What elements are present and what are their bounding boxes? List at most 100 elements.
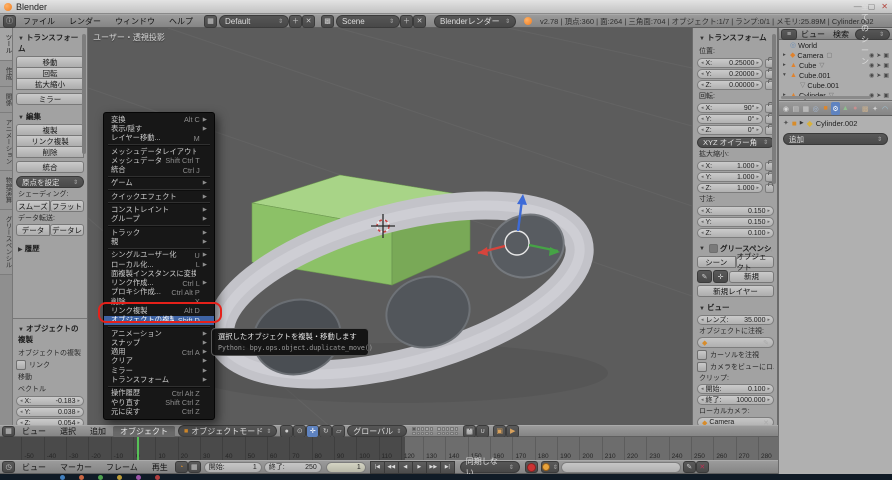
info-menu[interactable]: レンダー — [62, 16, 108, 27]
context-menu-item[interactable]: アニメーション ▶ — [104, 329, 214, 338]
os-taskbar[interactable] — [0, 474, 892, 480]
renderability-icon[interactable]: ▣ — [883, 92, 889, 99]
manipulator-translate-icon[interactable]: ✛ — [306, 425, 319, 438]
properties-tab[interactable]: ▦ — [801, 102, 811, 115]
editor-type-icon[interactable]: ⓘ — [3, 15, 16, 28]
view3d-menu[interactable]: ビュー — [15, 426, 53, 437]
screen-layout-field[interactable]: Default⇕ — [219, 15, 289, 28]
playback-button[interactable]: ◀◀ — [384, 461, 399, 474]
gp-draw-icon[interactable]: ✎ — [697, 270, 712, 283]
layout-add-button[interactable]: ＋ — [289, 15, 302, 28]
data-transfer-button[interactable]: データ — [16, 224, 50, 236]
context-menu-item[interactable]: 元に戻す Ctrl Z ▶ — [104, 407, 214, 416]
n-panel-scrollbar[interactable] — [772, 34, 776, 184]
visibility-eye-icon[interactable]: ◉ — [869, 52, 874, 59]
taskbar-app-icon[interactable] — [117, 475, 122, 480]
renderability-icon[interactable]: ▣ — [883, 72, 889, 79]
context-menu-item[interactable]: コンストレイント ▶ — [104, 205, 214, 214]
data-transfer-button[interactable]: データレ — [50, 224, 84, 236]
taskbar-app-icon[interactable] — [79, 475, 84, 480]
context-menu-item[interactable]: 親 ▶ — [104, 237, 214, 246]
gp-source-tab[interactable]: シーン — [697, 256, 736, 268]
eyedropper-icon[interactable]: ✎ — [683, 461, 696, 473]
context-menu-item[interactable]: グループ ▶ — [104, 215, 214, 224]
gp-move-icon[interactable]: ✛ — [713, 270, 728, 283]
scale-slider[interactable]: ◂X:1.000▸ — [697, 161, 763, 171]
vector-field[interactable]: ◂Y:0.038▸ — [16, 407, 84, 417]
scale-slider[interactable]: ◂Y:1.000▸ — [697, 172, 763, 182]
renderability-icon[interactable]: ▣ — [883, 62, 889, 69]
clip-end-slider[interactable]: ◂終了:1000.000▸ — [697, 395, 774, 405]
lock-icon[interactable] — [765, 184, 774, 193]
vector-field[interactable]: ◂X:-0.183▸ — [16, 396, 84, 406]
add-modifier-dropdown[interactable]: 追加⇕ — [783, 133, 888, 145]
context-menu-item[interactable]: やり直す Shift Ctrl Z ▶ — [104, 398, 214, 407]
screen-layout-icon[interactable]: ▦ — [204, 15, 217, 28]
npanel-transform-header[interactable]: ▼トランスフォーム — [697, 30, 774, 45]
outliner-row[interactable]: ▽ Cube.001 ◉➤▣ — [779, 80, 892, 90]
title-bar[interactable]: Blender — ▢ ✕ — [0, 0, 892, 14]
layers-widget-2[interactable] — [437, 427, 459, 435]
context-menu-item[interactable]: 表示/隠す ▶ — [104, 124, 214, 133]
autokey-clock-icon[interactable]: ◔ — [175, 461, 188, 473]
linked-checkbox[interactable] — [16, 360, 26, 370]
properties-tab[interactable]: ✦ — [870, 102, 880, 115]
view3d-menu[interactable]: 選択 — [53, 426, 83, 437]
scene-icon[interactable]: ▩ — [321, 15, 334, 28]
properties-tab[interactable]: ▩ — [860, 102, 870, 115]
properties-tab[interactable]: ▤ — [791, 102, 801, 115]
rotation-slider[interactable]: ◂Z:0°▸ — [697, 125, 763, 135]
outliner-row[interactable]: ▸ ▲ Cube ▽ ◉➤▣ — [779, 60, 892, 70]
context-menu-item[interactable]: メッシュデータの転送 Shift Ctrl T ▶ — [104, 156, 214, 165]
playback-button[interactable]: |◀ — [370, 461, 385, 474]
context-menu-item[interactable]: 統合 Ctrl J ▶ — [104, 165, 214, 174]
context-menu-item[interactable]: スナップ ▶ — [104, 338, 214, 347]
tool-shelf-tab[interactable]: アニメーション — [0, 113, 12, 172]
dimension-slider[interactable]: ◂X:0.150▸ — [697, 206, 774, 216]
manipulator-scale-icon[interactable]: ▱ — [332, 425, 345, 438]
context-menu-item[interactable]: トラック ▶ — [104, 228, 214, 237]
context-menu-item[interactable]: シングルユーザー化 U ▶ — [104, 251, 214, 260]
frame-end-field[interactable]: 終了:250 — [264, 462, 322, 473]
edit-panel-header[interactable]: ▼編集 — [16, 109, 84, 124]
scene-field[interactable]: Scene⇕ — [336, 15, 400, 28]
selectability-icon[interactable]: ➤ — [876, 62, 881, 69]
view3d-menu[interactable]: オブジェクト — [113, 426, 175, 437]
close-button[interactable]: ✕ — [881, 2, 888, 11]
dimension-slider[interactable]: ◂Z:0.100▸ — [697, 228, 774, 238]
tool-shelf-tab[interactable]: グリースペンシル — [0, 210, 12, 275]
info-menu[interactable]: ウィンドウ — [108, 16, 162, 27]
context-menu-item[interactable]: ミラー ▶ — [104, 366, 214, 375]
tool-shelf-tab[interactable]: ツール — [0, 28, 12, 61]
timeline-ruler[interactable]: -50-40-30-20-100102030405060708090100110… — [0, 437, 778, 460]
info-menu[interactable]: ファイル — [16, 16, 62, 27]
rotation-slider[interactable]: ◂Y:0°▸ — [697, 114, 763, 124]
tool-shelf-tab[interactable]: 物理演算 — [0, 171, 12, 210]
properties-tab[interactable]: ◎ — [811, 102, 821, 115]
render-opengl-icon[interactable]: ▣ — [493, 425, 506, 438]
view3d-menu[interactable]: 追加 — [83, 426, 113, 437]
properties-tab[interactable]: ■ — [821, 102, 831, 115]
location-slider[interactable]: ◂Z:0.00000▸ — [697, 80, 763, 90]
context-menu-item[interactable]: 面複製インスタンスに変換 ▶ — [104, 269, 214, 278]
taskbar-app-icon[interactable] — [60, 475, 65, 480]
operator-panel-header[interactable]: ▼オブジェクトの複製 — [16, 321, 84, 347]
current-frame-field[interactable]: 1 — [326, 462, 366, 473]
playback-button[interactable]: ◀ — [398, 461, 413, 474]
properties-tab[interactable]: ▲ — [840, 102, 850, 115]
pivot-point-dropdown[interactable]: ⊙ — [293, 425, 306, 438]
layers-widget-1[interactable] — [412, 427, 434, 435]
taskbar-app-icon[interactable] — [98, 475, 103, 480]
visibility-eye-icon[interactable]: ◉ — [869, 62, 874, 69]
selectability-icon[interactable]: ➤ — [876, 72, 881, 79]
timeline-menu[interactable]: マーカー — [53, 462, 99, 473]
keying-set-field[interactable] — [561, 462, 681, 473]
properties-tab[interactable]: ◉ — [781, 102, 791, 115]
layout-delete-button[interactable]: ✕ — [302, 15, 315, 28]
view-panel-header[interactable]: ▼ビュー — [697, 300, 774, 315]
rotation-mode-dropdown[interactable]: XYZ オイラー角⇕ — [697, 137, 774, 148]
scale-slider[interactable]: ◂Z:1.000▸ — [697, 183, 763, 193]
taskbar-app-icon[interactable] — [136, 475, 141, 480]
playback-button[interactable]: ▶| — [440, 461, 455, 474]
context-menu-item[interactable]: リンク作成... Ctrl L ▶ — [104, 278, 214, 287]
